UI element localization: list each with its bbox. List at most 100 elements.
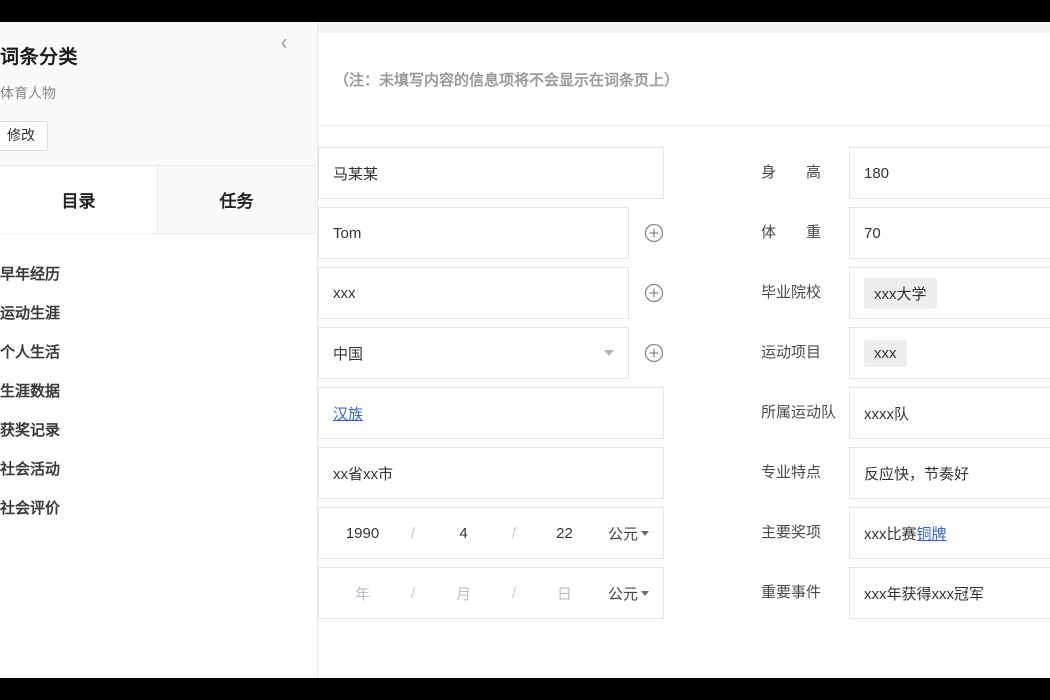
sidebar-item-social-review[interactable]: 社会评价 <box>0 488 316 527</box>
secondary-year-input[interactable]: 年 <box>319 583 406 604</box>
top-chrome-bar <box>0 0 1050 22</box>
field-row-ethnicity: 汉族 <box>318 387 664 439</box>
field-row-sport: 运动项目 xxx <box>761 327 1050 379</box>
add-circle-icon[interactable] <box>644 223 664 243</box>
sidebar-item-career-stats[interactable]: 生涯数据 <box>0 371 316 410</box>
secondary-date-picker[interactable]: 年 / 月 / 日 公元 <box>318 567 664 619</box>
field-row-events: 重要事件 xxx年获得xxx冠军 <box>761 567 1050 619</box>
birthplace-input[interactable]: xx省xx市 <box>318 447 664 499</box>
tab-catalog[interactable]: 目录 <box>0 166 157 233</box>
field-row-height: 身 高 180 <box>761 147 1050 199</box>
school-label: 毕业院校 <box>761 284 822 301</box>
form-notice: （注：未填写内容的信息项将不会显示在词条页上） <box>318 33 1050 126</box>
sport-value-tag: xxx <box>864 339 907 367</box>
app-screen: ‹ 词条分类 体育人物 修改 目录 任务 早年经历 运动生涯 个人生活 生涯数据… <box>0 0 1050 700</box>
sport-input[interactable]: xxx <box>849 327 1050 379</box>
table-of-contents: 早年经历 运动生涯 个人生活 生涯数据 获奖记录 社会活动 社会评价 <box>0 234 316 527</box>
chevron-down-icon <box>641 530 650 536</box>
birth-era-label: 公元 <box>608 525 639 543</box>
alias-value: xxx <box>333 284 356 302</box>
ethnicity-input[interactable]: 汉族 <box>318 387 664 439</box>
secondary-day-input[interactable]: 日 <box>521 583 608 604</box>
field-row-name: 马某某 <box>318 147 664 199</box>
modify-button[interactable]: 修改 <box>0 121 48 151</box>
events-value: xxx年获得xxx冠军 <box>864 585 985 603</box>
add-circle-icon[interactable] <box>644 283 664 303</box>
specialty-input[interactable]: 反应快，节奏好 <box>849 447 1050 499</box>
sport-label: 运动项目 <box>761 344 822 361</box>
name-input[interactable]: 马某某 <box>318 147 664 199</box>
birth-date-picker[interactable]: 1990 / 4 / 22 公元 <box>318 507 664 559</box>
date-separator: / <box>410 584 416 602</box>
field-row-alias: xxx <box>318 267 664 319</box>
events-label: 重要事件 <box>761 584 822 601</box>
tab-tasks[interactable]: 任务 <box>157 166 316 233</box>
field-row-foreign-name: Tom <box>318 207 664 259</box>
birth-day-input[interactable]: 22 <box>521 525 608 542</box>
awards-input[interactable]: xxx比赛 铜牌 <box>849 507 1050 559</box>
awards-link[interactable]: 铜牌 <box>917 523 947 544</box>
main-content: （注：未填写内容的信息项将不会显示在词条页上） 马某某 Tom xxx 中国 汉… <box>317 22 1050 678</box>
birth-era-select[interactable]: 公元 <box>608 523 663 544</box>
entry-category-label: 体育人物 <box>0 85 56 101</box>
secondary-month-input[interactable]: 月 <box>420 583 507 604</box>
sidebar-item-awards[interactable]: 获奖记录 <box>0 410 316 449</box>
awards-value: xxx比赛 <box>864 525 917 543</box>
weight-value: 70 <box>864 224 881 242</box>
name-value: 马某某 <box>333 165 379 183</box>
nationality-select[interactable]: 中国 <box>318 327 629 379</box>
nationality-value: 中国 <box>333 345 364 363</box>
top-strip <box>318 22 1050 33</box>
secondary-era-select[interactable]: 公元 <box>608 583 663 604</box>
specialty-label: 专业特点 <box>761 464 822 481</box>
height-input[interactable]: 180 <box>849 147 1050 199</box>
height-label: 身 高 <box>761 164 822 181</box>
sidebar-item-early-career[interactable]: 早年经历 <box>0 254 316 293</box>
field-row-team: 所属运动队 xxxx队 <box>761 387 1050 439</box>
bottom-chrome-bar <box>0 678 1050 700</box>
foreign-name-input[interactable]: Tom <box>318 207 629 259</box>
entry-header: ‹ 词条分类 体育人物 修改 <box>0 22 316 166</box>
secondary-era-label: 公元 <box>608 585 639 603</box>
form-column-right: 身 高 180 体 重 70 毕业院校 xxx大学 运动项目 xxx 所属运动队… <box>664 147 1050 627</box>
birthplace-value: xx省xx市 <box>333 465 394 483</box>
field-row-nationality: 中国 <box>318 327 664 379</box>
chevron-down-icon[interactable] <box>604 350 614 356</box>
date-separator: / <box>511 524 517 542</box>
foreign-name-value: Tom <box>333 224 362 242</box>
height-value: 180 <box>864 164 890 182</box>
chevron-down-icon <box>641 590 650 596</box>
field-row-specialty: 专业特点 反应快，节奏好 <box>761 447 1050 499</box>
team-value: xxxx队 <box>864 405 910 423</box>
weight-input[interactable]: 70 <box>849 207 1050 259</box>
sidebar-item-sports-career[interactable]: 运动生涯 <box>0 293 316 332</box>
ethnicity-link[interactable]: 汉族 <box>333 403 363 424</box>
team-input[interactable]: xxxx队 <box>849 387 1050 439</box>
sidebar-item-social-activity[interactable]: 社会活动 <box>0 449 316 488</box>
field-row-awards: 主要奖项 xxx比赛 铜牌 <box>761 507 1050 559</box>
team-label: 所属运动队 <box>761 404 837 421</box>
weight-label: 体 重 <box>761 224 822 241</box>
field-row-secondary-date: 年 / 月 / 日 公元 <box>318 567 664 619</box>
field-row-birthplace: xx省xx市 <box>318 447 664 499</box>
chevron-left-icon[interactable]: ‹ <box>272 32 296 56</box>
sidebar-item-personal-life[interactable]: 个人生活 <box>0 332 316 371</box>
alias-input[interactable]: xxx <box>318 267 629 319</box>
school-value-tag: xxx大学 <box>864 277 937 309</box>
left-sidebar: ‹ 词条分类 体育人物 修改 目录 任务 早年经历 运动生涯 个人生活 生涯数据… <box>0 22 316 678</box>
date-separator: / <box>410 524 416 542</box>
date-separator: / <box>511 584 517 602</box>
form-column-left: 马某某 Tom xxx 中国 汉族 xx省xx市 1990 / 4 / 22 公… <box>318 147 664 627</box>
add-circle-icon[interactable] <box>644 343 664 363</box>
events-input[interactable]: xxx年获得xxx冠军 <box>849 567 1050 619</box>
specialty-value: 反应快，节奏好 <box>864 465 970 483</box>
page-title: 词条分类 <box>0 47 79 68</box>
school-input[interactable]: xxx大学 <box>849 267 1050 319</box>
infobox-form: 马某某 Tom xxx 中国 汉族 xx省xx市 1990 / 4 / 22 公… <box>318 126 1050 678</box>
field-row-birth-date: 1990 / 4 / 22 公元 <box>318 507 664 559</box>
field-row-weight: 体 重 70 <box>761 207 1050 259</box>
sidebar-tabs: 目录 任务 <box>0 166 316 234</box>
field-row-school: 毕业院校 xxx大学 <box>761 267 1050 319</box>
birth-month-input[interactable]: 4 <box>420 525 507 542</box>
birth-year-input[interactable]: 1990 <box>319 525 406 542</box>
